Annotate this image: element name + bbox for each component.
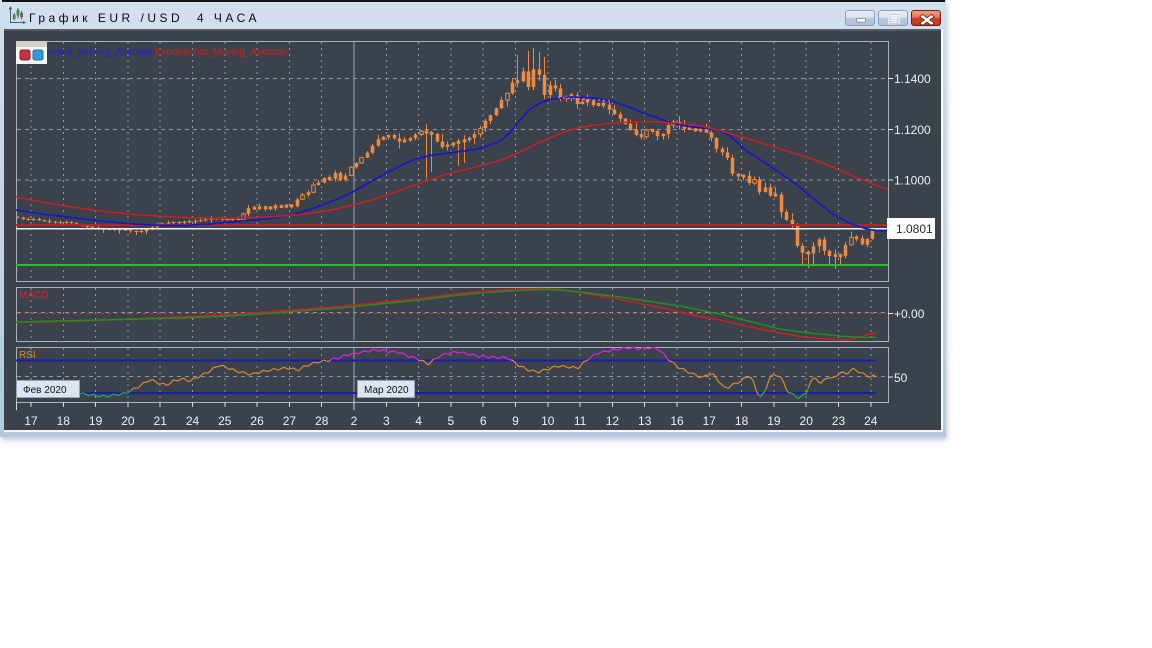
svg-text:10: 10 (541, 414, 555, 428)
svg-text:Exponential_Moving_Average: Exponential_Moving_Average (155, 47, 288, 58)
svg-text:25: 25 (218, 414, 232, 428)
svg-text:27: 27 (283, 414, 297, 428)
svg-text:16: 16 (670, 414, 684, 428)
svg-text:18: 18 (57, 414, 71, 428)
svg-text:17: 17 (24, 414, 38, 428)
svg-text:RSI: RSI (19, 350, 36, 361)
svg-text:28: 28 (315, 414, 329, 428)
svg-text:Фев 2020: Фев 2020 (23, 385, 67, 396)
svg-text:20: 20 (121, 414, 135, 428)
svg-text:50: 50 (894, 371, 908, 385)
svg-text:2: 2 (351, 414, 358, 428)
svg-text:1.1000: 1.1000 (894, 174, 931, 188)
svg-text:13: 13 (638, 414, 652, 428)
svg-text:18: 18 (735, 414, 749, 428)
svg-text:1.0801: 1.0801 (896, 222, 933, 236)
svg-text:26: 26 (250, 414, 264, 428)
svg-text:12: 12 (606, 414, 620, 428)
svg-text:24: 24 (186, 414, 200, 428)
svg-text:11: 11 (574, 414, 587, 428)
svg-text:24: 24 (864, 414, 878, 428)
svg-text:19: 19 (89, 414, 103, 428)
svg-text:4: 4 (415, 414, 422, 428)
svg-text:23: 23 (832, 414, 846, 428)
svg-text:21: 21 (154, 414, 168, 428)
svg-text:MACD: MACD (19, 290, 48, 301)
svg-text:1.1200: 1.1200 (894, 123, 931, 137)
svg-text:Мар 2020: Мар 2020 (364, 385, 409, 396)
svg-text:5: 5 (448, 414, 455, 428)
svg-text:6: 6 (480, 414, 487, 428)
svg-text:20: 20 (800, 414, 814, 428)
svg-text:9: 9 (512, 414, 519, 428)
svg-text:19: 19 (767, 414, 781, 428)
svg-text:1.1400: 1.1400 (894, 72, 931, 86)
svg-text:17: 17 (703, 414, 717, 428)
svg-text:3: 3 (383, 414, 390, 428)
svg-text:+0.00: +0.00 (894, 307, 925, 321)
